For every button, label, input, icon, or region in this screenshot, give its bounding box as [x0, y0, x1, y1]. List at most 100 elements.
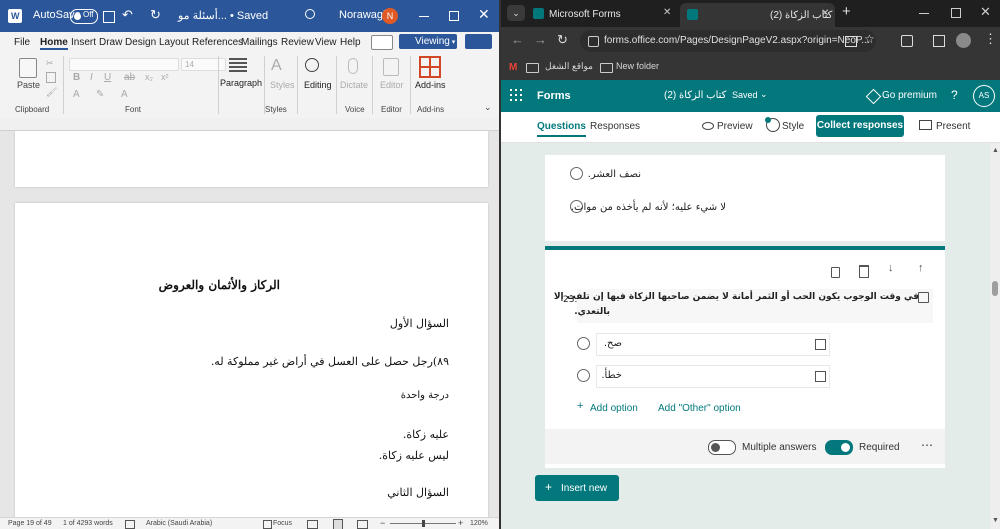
gmail-icon[interactable]: M — [509, 62, 517, 73]
bookmark-folder-1[interactable]: مواقع الشغل — [545, 61, 593, 72]
user-avatar[interactable]: AS — [973, 85, 995, 107]
add-option-button[interactable]: Add option — [590, 403, 638, 414]
reload-icon[interactable]: ↻ — [557, 32, 568, 48]
tab-design[interactable]: Design — [125, 37, 156, 48]
cut-icon[interactable]: ✂ — [46, 58, 54, 69]
editing-icon[interactable] — [305, 58, 319, 72]
scrollbar-up-icon[interactable]: ▲ — [992, 147, 999, 154]
bookmark-folder-2[interactable]: New folder — [616, 61, 659, 71]
close-icon[interactable]: ✕ — [478, 6, 490, 23]
focus-button[interactable]: Focus — [273, 520, 292, 527]
paste-icon[interactable] — [19, 58, 37, 78]
question-title-input[interactable]: في وقت الوجوب يكون الحب أو الثمر أمانة ل… — [554, 289, 933, 323]
addins-button[interactable]: Add-ins — [415, 80, 446, 90]
browser-minimize-icon[interactable] — [919, 13, 929, 14]
preview-button[interactable]: Preview — [717, 121, 753, 132]
scrollbar-down-icon[interactable]: ▼ — [992, 517, 999, 524]
tab-help[interactable]: Help — [340, 37, 361, 48]
forward-icon[interactable]: → — [534, 32, 547, 47]
copy-icon[interactable] — [46, 72, 56, 83]
collect-responses-button[interactable]: Collect responses — [816, 115, 904, 137]
editor-icon[interactable] — [383, 58, 399, 76]
edit-icon[interactable] — [918, 292, 929, 303]
scrollbar-thumb[interactable] — [992, 281, 998, 296]
browser-maximize-icon[interactable] — [951, 8, 961, 18]
extensions-icon[interactable] — [901, 35, 913, 47]
format-painter-icon[interactable]: 🖌 — [46, 87, 57, 98]
browser-close-icon[interactable]: ✕ — [980, 4, 991, 20]
save-icon[interactable] — [103, 11, 115, 23]
sidepanel-icon[interactable] — [933, 35, 945, 47]
tab-draw[interactable]: Draw — [99, 37, 122, 48]
radio-option[interactable] — [577, 369, 590, 382]
more-options-icon[interactable]: ⋯ — [921, 438, 933, 452]
scrollbar[interactable]: ▲ ▼ — [990, 143, 1000, 529]
tab-references[interactable]: References — [192, 37, 243, 48]
tab-file[interactable]: File — [14, 37, 30, 48]
install-app-icon[interactable] — [845, 36, 857, 47]
radio-option[interactable] — [570, 167, 583, 180]
dictate-button[interactable]: Dictate — [340, 80, 368, 90]
tab-layout[interactable]: Layout — [159, 37, 189, 48]
underline-icon[interactable]: U — [104, 72, 111, 83]
forms-app-name[interactable]: Forms — [537, 90, 571, 102]
bold-icon[interactable]: B — [73, 72, 80, 83]
undo-icon[interactable]: ↶ — [122, 7, 133, 23]
tab-mailings[interactable]: Mailings — [241, 37, 278, 48]
zoom-slider[interactable] — [390, 520, 456, 527]
form-title[interactable]: كتاب الزكاة (2) — [664, 90, 726, 101]
help-icon[interactable]: ? — [951, 88, 958, 102]
viewing-mode-button[interactable]: Viewing ▾ — [399, 34, 457, 49]
browser-tab-2[interactable]: كتاب الزكاة (2) ✕ — [680, 3, 835, 27]
new-tab-icon[interactable]: + — [842, 3, 851, 20]
print-layout-icon[interactable] — [333, 519, 343, 529]
multiple-answers-toggle[interactable] — [708, 440, 736, 455]
dictate-icon[interactable] — [348, 58, 358, 74]
move-up-icon[interactable]: ↑ — [918, 262, 924, 274]
maximize-icon[interactable] — [449, 11, 459, 21]
option-1-input[interactable]: صح. — [596, 333, 830, 356]
url-text[interactable]: forms.office.com/Pages/DesignPageV2.aspx… — [604, 35, 870, 46]
styles-button[interactable]: Styles — [270, 80, 295, 90]
search-icon[interactable] — [305, 9, 315, 19]
style-button[interactable]: Style — [782, 121, 804, 132]
italic-icon[interactable]: I — [90, 72, 93, 83]
option-edit-icon[interactable] — [815, 339, 826, 350]
question-card[interactable]: ↓ ↑ 23. في وقت الوجوب يكون الحب أو الثمر… — [545, 246, 945, 468]
highlight-icon[interactable]: ✎ — [96, 89, 104, 100]
tab-review[interactable]: Review — [281, 37, 314, 48]
back-icon[interactable]: ← — [511, 32, 524, 47]
font-family-select[interactable] — [69, 58, 179, 71]
editor-button[interactable]: Editor — [380, 80, 404, 90]
superscript-icon[interactable]: x² — [161, 72, 169, 82]
language[interactable]: Arabic (Saudi Arabia) — [146, 520, 212, 527]
document-title[interactable]: أسئلة مو... • Saved — [178, 9, 268, 22]
browser-tab-1[interactable]: Microsoft Forms ✕ — [529, 3, 677, 25]
font-size-select[interactable]: 14 — [181, 58, 226, 71]
profile-avatar[interactable] — [956, 33, 971, 48]
address-bar[interactable]: forms.office.com/Pages/DesignPageV2.aspx… — [580, 30, 876, 52]
redo-icon[interactable]: ↻ — [150, 7, 161, 23]
zoom-level[interactable]: 120% — [470, 520, 488, 527]
tab-insert[interactable]: Insert — [71, 37, 96, 48]
bookmark-star-icon[interactable]: ☆ — [864, 32, 875, 46]
delete-icon[interactable] — [859, 265, 869, 278]
tab-2-close-icon[interactable]: ✕ — [821, 8, 829, 19]
insert-new-button[interactable]: + Insert new — [535, 475, 619, 501]
tab-home[interactable]: Home — [40, 37, 68, 50]
site-info-icon[interactable] — [588, 36, 599, 47]
paste-button[interactable]: Paste — [17, 80, 40, 90]
proofing-icon[interactable] — [125, 520, 135, 529]
option-2-input[interactable]: خطأ. — [596, 365, 830, 388]
paragraph-button[interactable]: Paragraph — [220, 78, 262, 88]
move-down-icon[interactable]: ↓ — [888, 262, 894, 274]
option-edit-icon[interactable] — [815, 371, 826, 382]
tab-responses[interactable]: Responses — [590, 121, 640, 132]
editing-button[interactable]: Editing — [304, 80, 332, 90]
app-launcher-icon[interactable] — [510, 89, 522, 101]
tab-view[interactable]: View — [315, 37, 337, 48]
tab-questions[interactable]: Questions — [537, 121, 586, 137]
chevron-down-icon[interactable]: ⌄ — [760, 89, 768, 100]
read-mode-icon[interactable] — [307, 520, 318, 529]
font-color-icon[interactable]: A — [121, 89, 128, 100]
